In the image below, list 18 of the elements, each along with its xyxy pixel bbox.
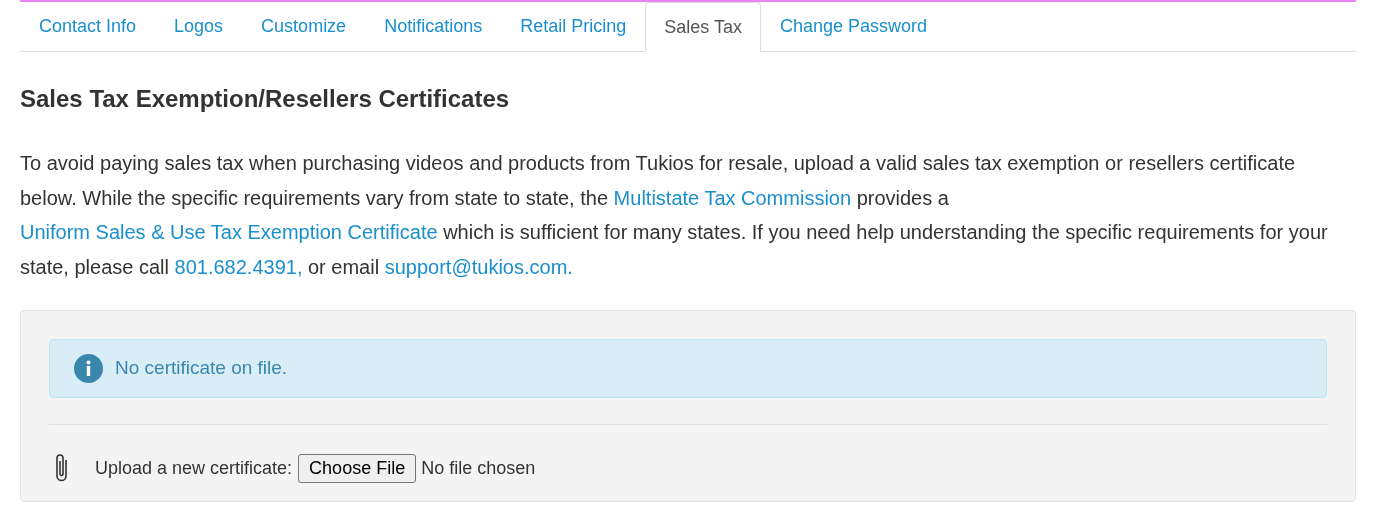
tab[interactable]: Change Password (760, 2, 947, 51)
upload-label: Upload a new certificate: (95, 456, 293, 480)
alert-message: No certificate on file. (115, 356, 288, 381)
intro-paragraph: To avoid paying sales tax when purchasing videos and products from Tukios for resale, upload a valid sales tax exemption or resellers certificate below. While the specific requirements vary from state to state, the Multistate Tax Commission provides a Uniform Sales & Use Tax Exemption Certificate which is sufficient for many states. If you need help understanding the specific requirements for your state, please call 801.682.4391, or email support@tukios.com. (20, 151, 1329, 280)
tab[interactable]: Notifications (365, 2, 502, 51)
text-link[interactable]: Uniform Sales & Use Tax Exemption Certificate (20, 221, 438, 243)
text-link[interactable]: Multistate Tax Commission (613, 186, 852, 209)
choose-file-button[interactable]: Choose File (298, 453, 417, 483)
section-heading: Sales Tax Exemption/Resellers Certificates (20, 84, 511, 114)
file-status: No file chosen (421, 456, 536, 480)
tab[interactable]: Contact Info (20, 2, 156, 51)
text-link[interactable]: support@tukios.com. (384, 255, 573, 278)
tab[interactable]: Sales Tax (645, 2, 761, 52)
tab[interactable]: Logos (155, 2, 243, 51)
info-icon (74, 354, 103, 383)
tab[interactable]: Customize (242, 2, 366, 51)
tab[interactable]: Retail Pricing (501, 2, 646, 51)
text-link[interactable]: 801.682.4391, (174, 255, 303, 278)
